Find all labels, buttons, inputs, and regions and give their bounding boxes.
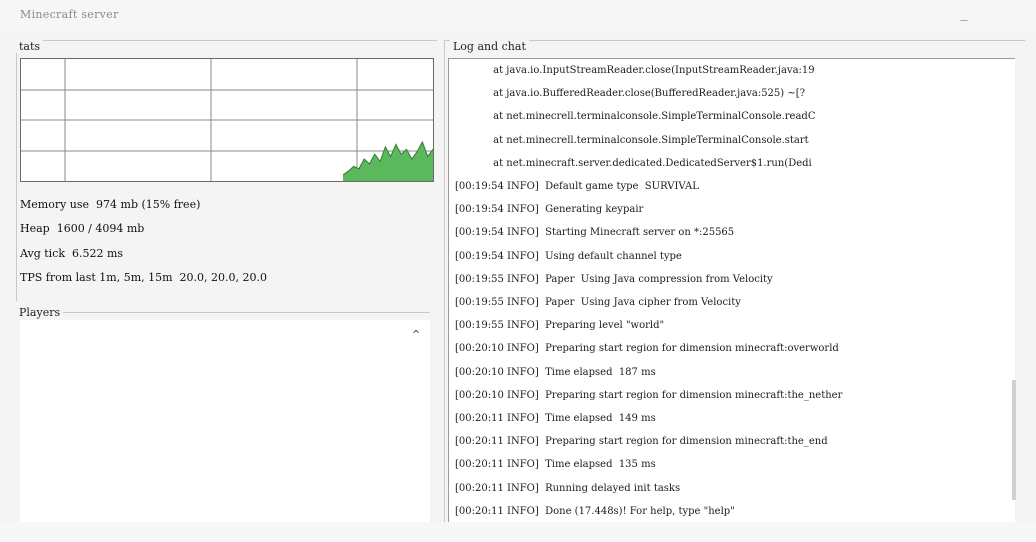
memory-use-text: Memory use 974 mb (15% free) — [20, 198, 201, 211]
log-line: [00:20:10 INFO] Preparing start region f… — [455, 389, 843, 401]
log-line: [00:19:54 INFO] Starting Minecraft serve… — [455, 227, 735, 239]
log-line: [00:19:55 INFO] Paper Using Java compres… — [455, 273, 773, 285]
log-line: at java.io.InputStreamReader.close(Input… — [455, 65, 815, 76]
players-list[interactable] — [20, 320, 430, 522]
players-scroll-up-icon[interactable]: ^ — [409, 328, 423, 342]
log-line: [00:19:54 INFO] Default game type SURVIV… — [455, 181, 699, 192]
title-bar: Minecraft server _ — [0, 0, 1036, 30]
window-title: Minecraft server — [20, 8, 119, 21]
stats-legend: tats — [16, 40, 44, 53]
log-line: [00:20:10 INFO] Time elapsed 187 ms — [455, 366, 656, 378]
bottom-strip — [0, 522, 1036, 542]
log-line: [00:20:10 INFO] Preparing start region f… — [455, 343, 839, 355]
tps-text: TPS from last 1m, 5m, 15m 20.0, 20.0, 20… — [20, 271, 268, 284]
log-line: at net.minecrell.terminalconsole.SimpleT… — [455, 111, 816, 123]
log-line: [00:20:11 INFO] Done (17.448s)! For help… — [455, 505, 735, 517]
log-line: at net.minecrell.terminalconsole.SimpleT… — [455, 134, 809, 146]
minimize-button[interactable]: _ — [956, 8, 972, 20]
log-line: at net.minecraft.server.dedicated.Dedica… — [455, 157, 812, 169]
log-scrollbar[interactable] — [1012, 380, 1016, 500]
log-line: at java.io.BufferedReader.close(Buffered… — [455, 88, 805, 100]
log-line: [00:19:55 INFO] Paper Using Java cipher … — [455, 297, 741, 308]
log-output[interactable]: at java.io.InputStreamReader.close(Input… — [448, 58, 1015, 523]
log-line: [00:19:54 INFO] Generating keypair — [455, 204, 644, 216]
avg-tick-text: Avg tick 6.522 ms — [20, 247, 124, 260]
log-line: [00:20:11 INFO] Preparing start region f… — [455, 436, 828, 448]
log-legend: Log and chat — [450, 40, 529, 53]
memory-graph — [20, 58, 434, 182]
memory-graph-svg — [21, 59, 433, 181]
log-line: [00:20:11 INFO] Time elapsed 149 ms — [455, 413, 656, 424]
heap-text: Heap 1600 / 4094 mb — [20, 222, 145, 235]
log-line: [00:20:11 INFO] Running delayed init tas… — [455, 482, 681, 494]
log-line: [00:20:11 INFO] Time elapsed 135 ms — [455, 459, 656, 471]
players-legend: Players — [16, 306, 64, 319]
log-line: [00:19:54 INFO] Using default channel ty… — [455, 250, 682, 262]
log-line: [00:19:55 INFO] Preparing level "world" — [455, 320, 665, 332]
